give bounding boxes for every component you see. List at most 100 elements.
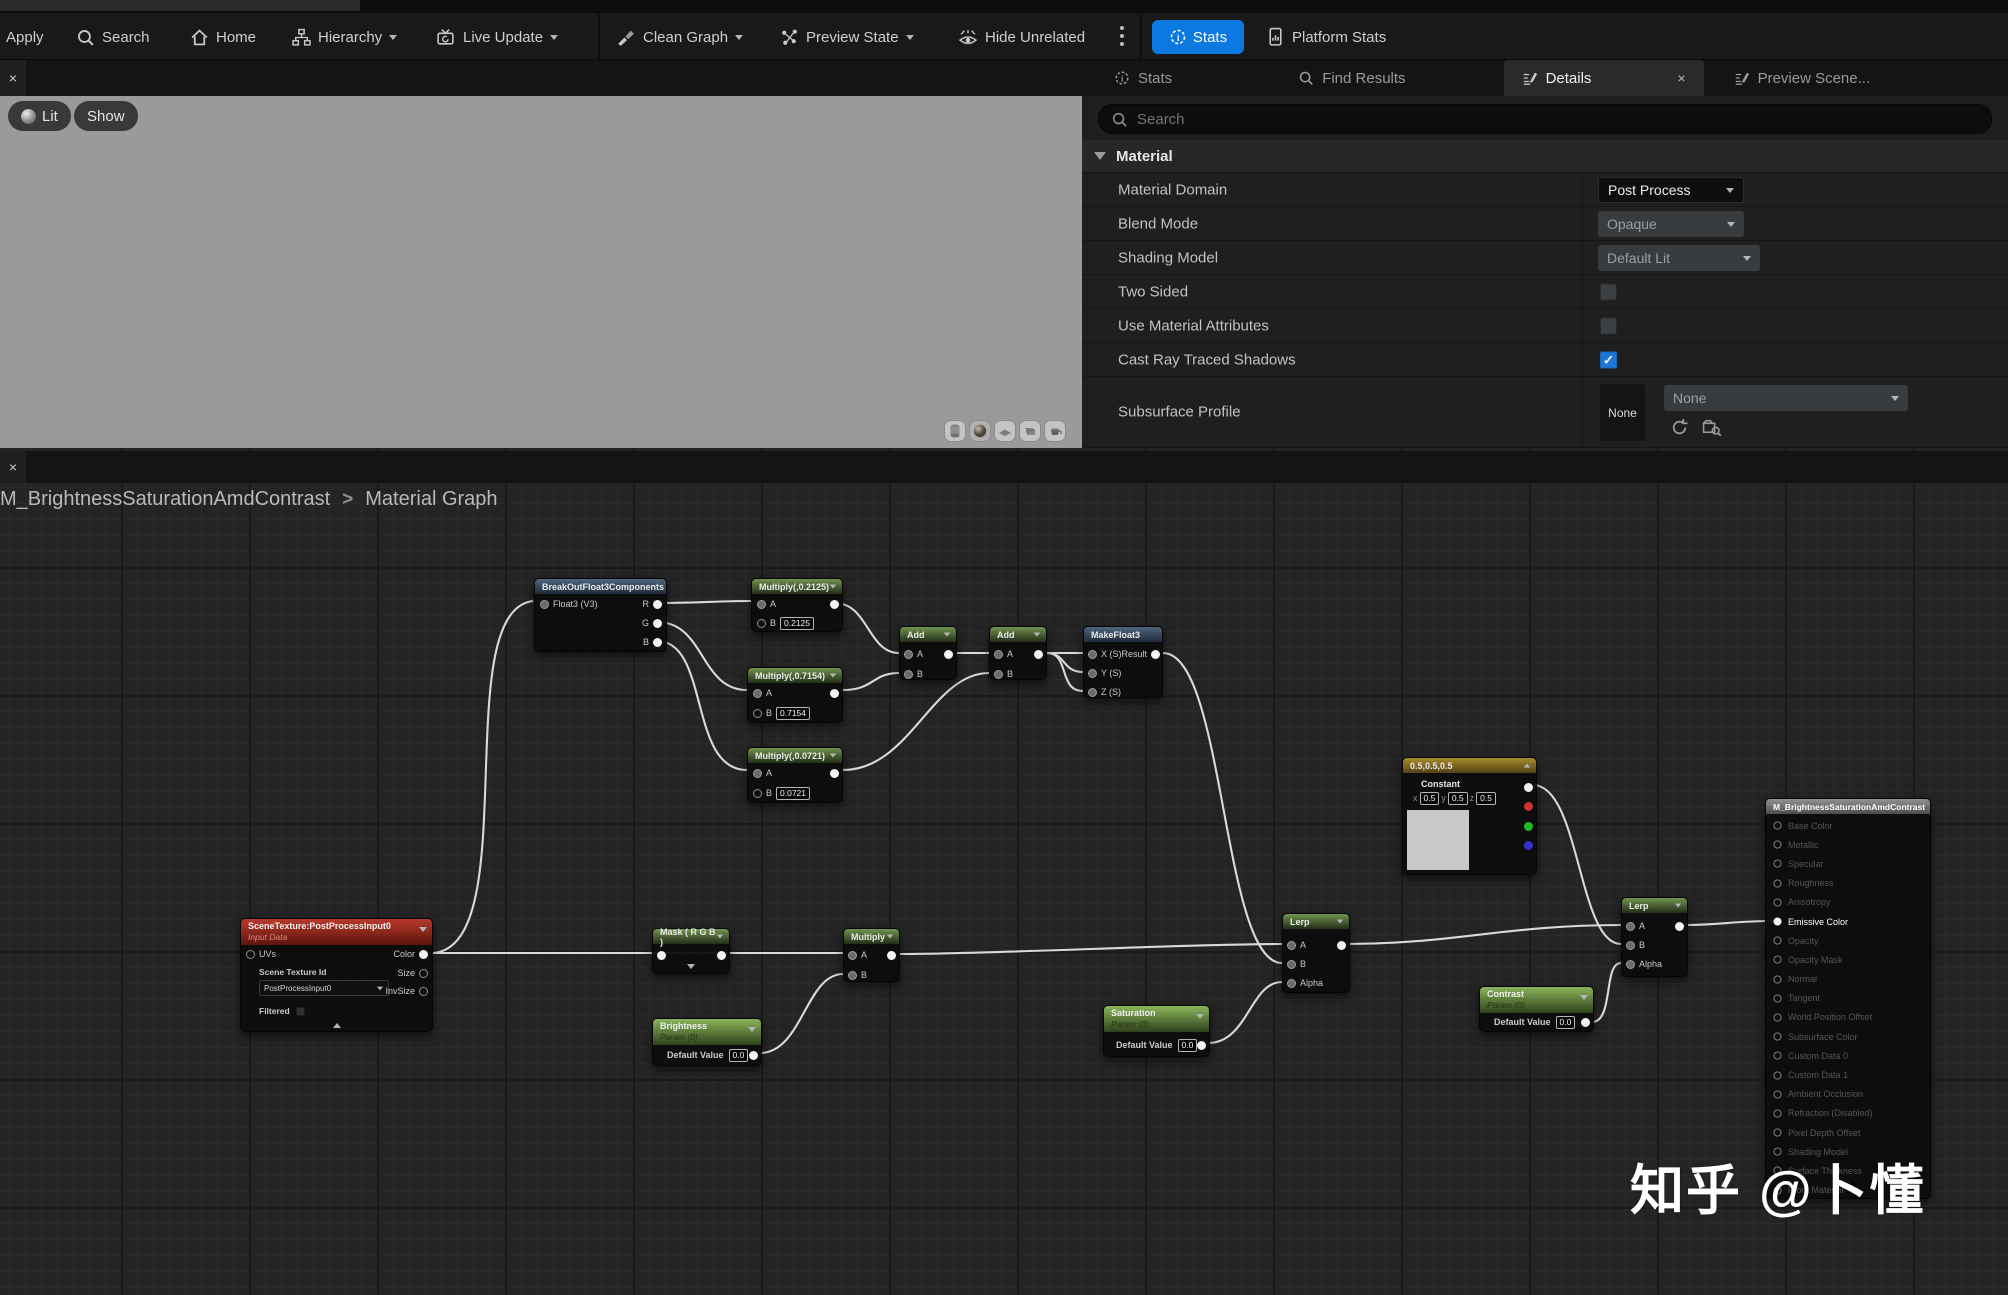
scenetexture-id-dropdown[interactable]: PostProcessInput0: [259, 980, 389, 996]
multiply-b-value[interactable]: 0.0721: [776, 787, 810, 800]
scenetexture-size-pin[interactable]: [419, 969, 428, 978]
material-output-pin[interactable]: [1773, 956, 1781, 964]
search-button[interactable]: Search: [76, 14, 150, 60]
material-output-pin[interactable]: [1773, 937, 1781, 945]
node-multiply[interactable]: Multiply A B: [843, 928, 900, 982]
material-output-pin-row[interactable]: Subsurface Color: [1766, 1027, 1930, 1046]
toolbar-overflow-menu[interactable]: [1120, 26, 1124, 30]
node-breakout-float3[interactable]: BreakOutFloat3Components Float3 (V3) R G…: [534, 578, 667, 652]
multiply-r-value[interactable]: 0.2125: [780, 617, 814, 630]
material-output-pin[interactable]: [1773, 1071, 1781, 1079]
material-output-pin[interactable]: [1773, 1109, 1781, 1117]
constant-r-pin[interactable]: [1524, 802, 1533, 811]
material-output-pin-row[interactable]: Normal: [1766, 970, 1930, 989]
preview-state-button[interactable]: Preview State: [780, 14, 914, 60]
details-search-bar[interactable]: [1098, 104, 1992, 134]
node-multiply-r[interactable]: Multiply(,0.2125) A B0.2125: [751, 578, 843, 632]
add1-out-pin[interactable]: [944, 650, 953, 659]
browse-asset-icon[interactable]: [1702, 418, 1722, 437]
node-lerp-1[interactable]: Lerp A B Alpha: [1282, 913, 1350, 993]
mask-in-pin[interactable]: [657, 951, 666, 960]
multiply-r-a-pin[interactable]: [757, 600, 766, 609]
saturation-out-pin[interactable]: [1197, 1041, 1206, 1050]
use-material-attributes-checkbox[interactable]: [1600, 317, 1617, 334]
tab-details[interactable]: Details ×: [1504, 60, 1704, 96]
node-add-2[interactable]: Add A B: [989, 626, 1047, 680]
node-constant[interactable]: 0.5,0.5,0.5 Constant x0.5 y0.5 z0.5: [1402, 757, 1537, 875]
constant-g-pin[interactable]: [1524, 822, 1533, 831]
breakout-g-pin[interactable]: [653, 619, 662, 628]
material-output-pin-row[interactable]: Metallic: [1766, 835, 1930, 854]
multiply-b-out-pin[interactable]: [830, 769, 839, 778]
multiply-g-a-pin[interactable]: [753, 689, 762, 698]
lerp2-out-pin[interactable]: [1675, 922, 1684, 931]
material-output-pin[interactable]: [1773, 975, 1781, 983]
scenetexture-invsize-pin[interactable]: [419, 987, 428, 996]
scenetexture-color-pin[interactable]: [419, 950, 428, 959]
material-output-pin-row[interactable]: Pixel Depth Offset: [1766, 1123, 1930, 1142]
clean-graph-button[interactable]: Clean Graph: [616, 14, 743, 60]
lerp1-out-pin[interactable]: [1337, 941, 1346, 950]
constant-out-pin[interactable]: [1524, 783, 1533, 792]
mask-expand-caret[interactable]: [687, 961, 695, 971]
node-lerp-2[interactable]: Lerp A B Alpha: [1621, 897, 1688, 977]
add2-a-pin[interactable]: [994, 650, 1003, 659]
material-output-pin[interactable]: [1773, 1090, 1781, 1098]
saturation-dv-value[interactable]: 0.0: [1178, 1039, 1198, 1052]
material-output-pin-row[interactable]: Roughness: [1766, 874, 1930, 893]
material-output-pin-row[interactable]: Tangent: [1766, 989, 1930, 1008]
node-contrast[interactable]: ContrastParam (0) Default Value0.0: [1479, 986, 1594, 1032]
details-search-input[interactable]: [1137, 111, 1977, 128]
contrast-dv-value[interactable]: 0.0: [1556, 1016, 1576, 1029]
material-graph-canvas[interactable]: × M_BrightnessSaturationAmdContrast > Ma…: [0, 448, 2008, 1295]
show-menu-button[interactable]: Show: [74, 101, 138, 131]
cast-ray-traced-shadows-checkbox[interactable]: ✓: [1600, 351, 1617, 368]
scenetexture-uvs-pin[interactable]: [246, 950, 255, 959]
node-multiply-b[interactable]: Multiply(,0.0721) A B0.0721: [747, 747, 843, 803]
material-output-pin-row[interactable]: Opacity Mask: [1766, 950, 1930, 969]
constant-x-value[interactable]: 0.5: [1420, 792, 1440, 805]
material-output-pin[interactable]: [1773, 1033, 1781, 1041]
sphere-mesh-button[interactable]: [969, 420, 991, 442]
material-output-pin[interactable]: [1773, 994, 1781, 1002]
brightness-dv-value[interactable]: 0.0: [729, 1049, 749, 1062]
hide-unrelated-button[interactable]: Hide Unrelated: [958, 14, 1085, 60]
material-output-pin-row[interactable]: World Position Offset: [1766, 1008, 1930, 1027]
tab-find-results[interactable]: Find Results: [1280, 60, 1423, 96]
node-add-1[interactable]: Add A B: [899, 626, 957, 680]
breadcrumb-root[interactable]: M_BrightnessSaturationAmdContrast: [0, 488, 330, 511]
material-output-pin-row[interactable]: Anisotropy: [1766, 893, 1930, 912]
material-output-pin-row[interactable]: Opacity: [1766, 931, 1930, 950]
lerp1-alpha-pin[interactable]: [1287, 979, 1296, 988]
multiply-g-out-pin[interactable]: [830, 689, 839, 698]
use-selected-asset-icon[interactable]: [1670, 418, 1689, 437]
material-output-pin[interactable]: [1773, 860, 1781, 868]
tab-stats[interactable]: i Stats: [1096, 60, 1190, 96]
plane-mesh-button[interactable]: [994, 420, 1016, 442]
material-output-pin[interactable]: [1773, 917, 1781, 925]
multiply-r-b-pin[interactable]: [757, 619, 766, 628]
material-output-pin[interactable]: [1773, 879, 1781, 887]
breakout-b-pin[interactable]: [653, 638, 662, 647]
live-update-button[interactable]: Live Update: [436, 14, 558, 60]
multiply-a-pin[interactable]: [848, 951, 857, 960]
material-output-pin-row[interactable]: Custom Data 0: [1766, 1046, 1930, 1065]
makefloat3-z-pin[interactable]: [1088, 688, 1097, 697]
material-domain-dropdown[interactable]: Post Process: [1598, 177, 1744, 203]
material-output-pin[interactable]: [1773, 841, 1781, 849]
node-makefloat3[interactable]: MakeFloat3 X (S) Result Y (S) Z (S): [1083, 626, 1163, 698]
material-output-pin-row[interactable]: Custom Data 1: [1766, 1065, 1930, 1084]
material-output-pin-row[interactable]: Emissive Color: [1766, 912, 1930, 931]
multiply-r-out-pin[interactable]: [830, 600, 839, 609]
material-section-header[interactable]: Material: [1082, 140, 2008, 173]
hierarchy-button[interactable]: Hierarchy: [292, 14, 397, 60]
viewport-tab-close-button[interactable]: ×: [0, 60, 26, 96]
node-scenetexture[interactable]: SceneTexture:PostProcessInput0Input Data…: [240, 918, 433, 1032]
stats-toggle-button[interactable]: i Stats: [1152, 20, 1244, 54]
brightness-out-pin[interactable]: [749, 1051, 758, 1060]
contrast-out-pin[interactable]: [1581, 1018, 1590, 1027]
multiply-g-value[interactable]: 0.7154: [776, 707, 810, 720]
material-output-pin[interactable]: [1773, 1052, 1781, 1060]
node-mask[interactable]: Mask ( R G B ): [652, 928, 730, 974]
node-brightness[interactable]: BrightnessParam (0) Default Value0.0: [652, 1018, 762, 1066]
